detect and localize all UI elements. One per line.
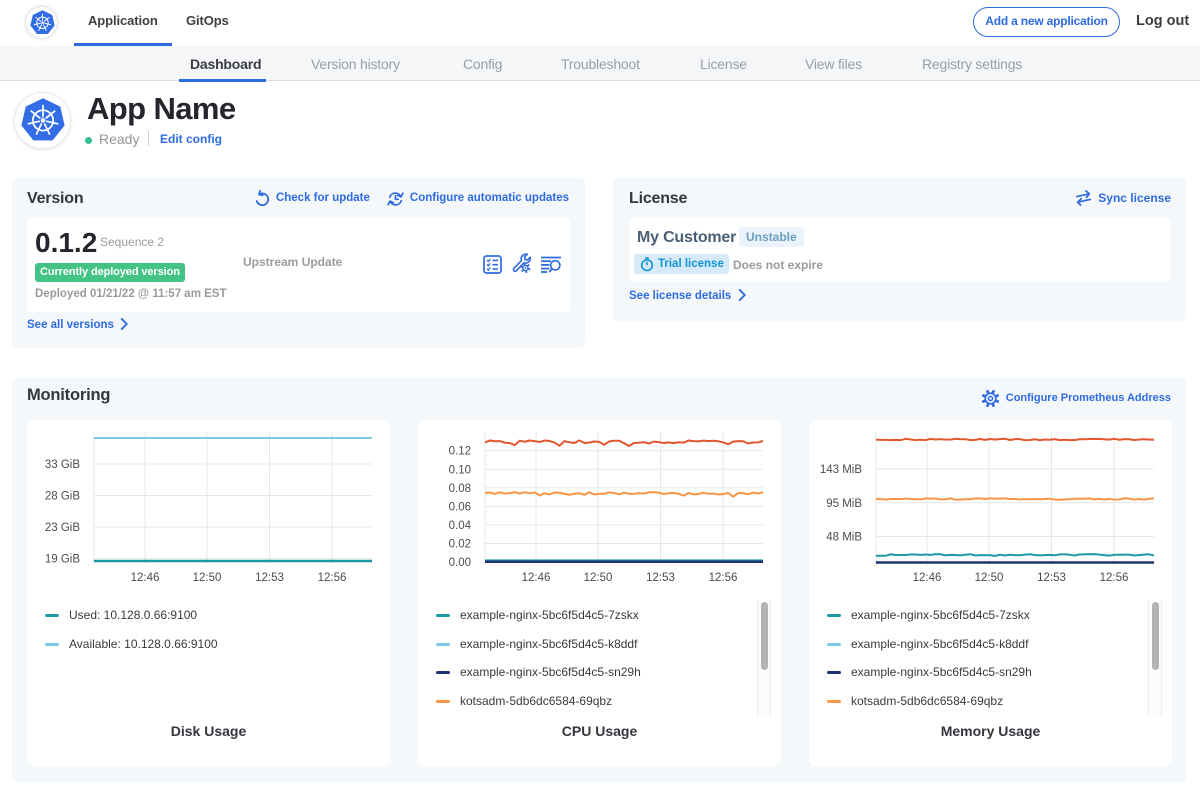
svg-text:33 GiB: 33 GiB bbox=[45, 459, 80, 471]
svg-text:12:50: 12:50 bbox=[975, 572, 1004, 584]
svg-text:12:56: 12:56 bbox=[318, 572, 347, 584]
svg-text:19 GiB: 19 GiB bbox=[45, 554, 80, 566]
svg-text:0.06: 0.06 bbox=[449, 501, 471, 513]
svg-text:12:53: 12:53 bbox=[646, 572, 675, 584]
svg-text:143 MiB: 143 MiB bbox=[820, 464, 863, 476]
svg-text:12:53: 12:53 bbox=[255, 572, 284, 584]
svg-text:12:46: 12:46 bbox=[913, 572, 942, 584]
svg-text:12:46: 12:46 bbox=[522, 572, 551, 584]
svg-text:0.10: 0.10 bbox=[449, 464, 471, 476]
svg-text:0.04: 0.04 bbox=[449, 520, 472, 532]
svg-text:12:50: 12:50 bbox=[193, 572, 222, 584]
svg-text:12:56: 12:56 bbox=[1100, 572, 1129, 584]
svg-text:95 MiB: 95 MiB bbox=[826, 498, 862, 510]
svg-text:12:46: 12:46 bbox=[131, 572, 160, 584]
svg-text:0.12: 0.12 bbox=[449, 446, 471, 458]
svg-text:28 GiB: 28 GiB bbox=[45, 491, 80, 503]
svg-text:48 MiB: 48 MiB bbox=[826, 532, 862, 544]
svg-text:0.02: 0.02 bbox=[449, 538, 471, 550]
svg-text:0.08: 0.08 bbox=[449, 483, 471, 495]
svg-text:0.00: 0.00 bbox=[449, 557, 471, 569]
svg-text:12:50: 12:50 bbox=[584, 572, 613, 584]
svg-text:12:56: 12:56 bbox=[709, 572, 738, 584]
svg-text:12:53: 12:53 bbox=[1037, 572, 1066, 584]
svg-text:23 GiB: 23 GiB bbox=[45, 522, 80, 534]
